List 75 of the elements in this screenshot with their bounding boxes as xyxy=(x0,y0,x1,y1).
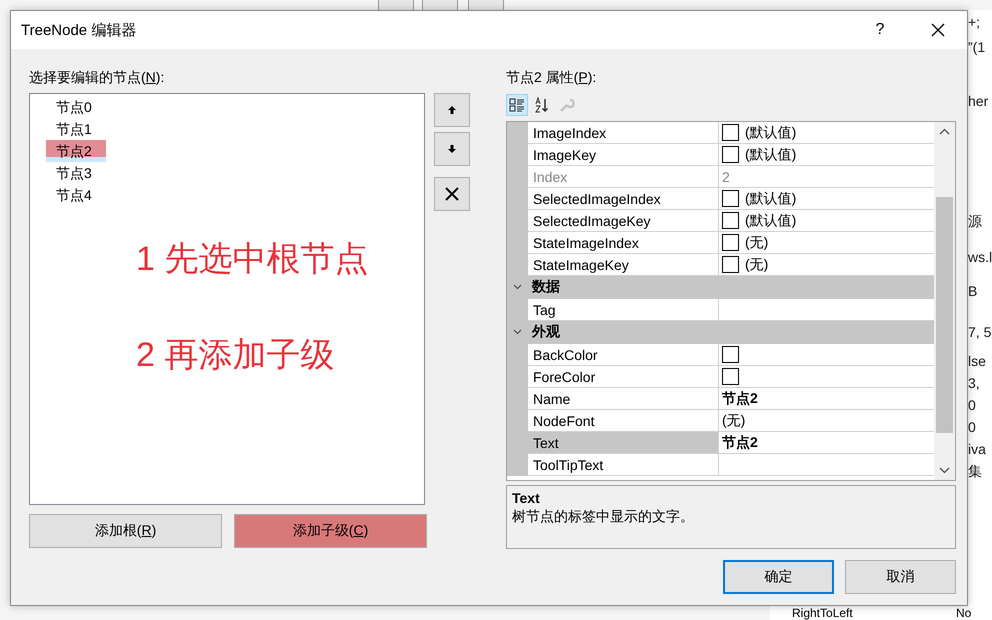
add-node-button[interactable]: 添加根(R) xyxy=(29,514,222,548)
property-value[interactable]: (默认值) xyxy=(719,188,934,210)
property-name[interactable]: Tag xyxy=(528,299,719,321)
categorized-icon xyxy=(509,97,525,113)
move-down-button[interactable] xyxy=(434,132,470,166)
property-value[interactable]: (无) xyxy=(719,232,934,254)
up-arrow-icon xyxy=(447,105,457,115)
property-value[interactable]: 节点2 xyxy=(719,432,934,454)
background-text: +; xyxy=(968,14,980,30)
tree-label: 选择要编辑的节点(N): xyxy=(29,69,166,87)
category-header[interactable]: 外观 xyxy=(507,321,934,344)
property-name: RightToLeft xyxy=(792,606,854,620)
categorized-button[interactable] xyxy=(506,94,528,116)
property-value: No xyxy=(956,606,972,620)
tree-node[interactable]: 节点0 xyxy=(46,96,106,118)
property-name[interactable]: NodeFont xyxy=(528,410,719,432)
background-text: 0 xyxy=(968,419,976,435)
property-value[interactable]: (无) xyxy=(719,410,934,432)
property-name[interactable]: StateImageKey xyxy=(528,254,719,276)
annotation-text: 1 先选中根节点 xyxy=(136,239,370,280)
property-name[interactable]: ImageKey xyxy=(528,144,719,166)
property-name[interactable]: Name xyxy=(528,388,719,410)
property-name[interactable]: ToolTipText xyxy=(528,454,719,476)
property-value[interactable]: (默认值) xyxy=(719,210,934,232)
help-button[interactable]: ? xyxy=(851,11,909,49)
scroll-thumb[interactable] xyxy=(936,197,953,433)
close-icon xyxy=(931,23,945,37)
wrench-icon xyxy=(559,97,575,113)
property-value[interactable]: (默认值) xyxy=(719,144,934,166)
property-value[interactable]: 节点2 xyxy=(719,388,934,410)
background-text: lse xyxy=(968,353,986,369)
description-text: 树节点的标签中显示的文字。 xyxy=(512,508,695,526)
move-up-button[interactable] xyxy=(434,93,470,127)
delete-button[interactable] xyxy=(434,177,470,211)
scroll-down-icon xyxy=(939,467,950,474)
tree-node[interactable]: 节点1 xyxy=(46,118,106,140)
window-title: TreeNode 编辑器 xyxy=(21,20,138,40)
row-margin xyxy=(507,122,528,144)
delete-icon xyxy=(445,187,459,201)
category-header[interactable]: 数据 xyxy=(507,276,934,299)
property-name[interactable]: BackColor xyxy=(528,344,719,366)
cancel-button[interactable]: 取消 xyxy=(845,560,956,594)
ok-button[interactable]: 确定 xyxy=(723,560,834,594)
description-title: Text xyxy=(512,490,541,506)
background-text: 0 xyxy=(968,397,976,413)
background-text: her xyxy=(968,93,988,109)
tree-node[interactable]: 节点3 xyxy=(46,162,106,184)
tree-view[interactable]: 节点0 节点1 节点2 节点3 节点4 1 先选中根节点 2 再添加子级 xyxy=(29,93,425,505)
scroll-up-icon xyxy=(939,128,950,135)
scrollbar[interactable] xyxy=(934,122,955,480)
background-text: ”(1 xyxy=(968,39,986,55)
background-text: 3, xyxy=(968,375,980,391)
background-text: 7, 5 xyxy=(968,324,992,340)
background-text: B xyxy=(968,283,978,299)
annotation-text: 2 再添加子级 xyxy=(136,335,336,376)
property-value[interactable]: (默认值) xyxy=(719,122,934,144)
down-arrow-icon xyxy=(447,144,457,154)
properties-label: 节点2 属性(P): xyxy=(506,69,598,87)
property-name[interactable]: ImageIndex xyxy=(528,122,719,144)
property-name[interactable]: StateImageIndex xyxy=(528,232,719,254)
sort-alphabetical-icon xyxy=(534,97,550,113)
row-margin xyxy=(507,454,528,476)
add-node-button[interactable]: 添加子级(C) xyxy=(234,514,427,548)
tree-node[interactable]: 节点4 xyxy=(46,184,106,206)
background-text: ws.l xyxy=(968,249,992,265)
tree-node[interactable]: 节点2 xyxy=(46,140,106,162)
property-name[interactable]: Text xyxy=(528,432,719,454)
property-name[interactable]: SelectedImageKey xyxy=(528,210,719,232)
background-text: iva xyxy=(968,441,986,457)
chevron-icon xyxy=(513,329,522,335)
property-name[interactable]: SelectedImageIndex xyxy=(528,188,719,210)
background-text: 集 xyxy=(968,463,982,481)
background-text: 源 xyxy=(968,213,982,231)
chevron-icon xyxy=(513,284,522,290)
property-name[interactable]: ForeColor xyxy=(528,366,719,388)
